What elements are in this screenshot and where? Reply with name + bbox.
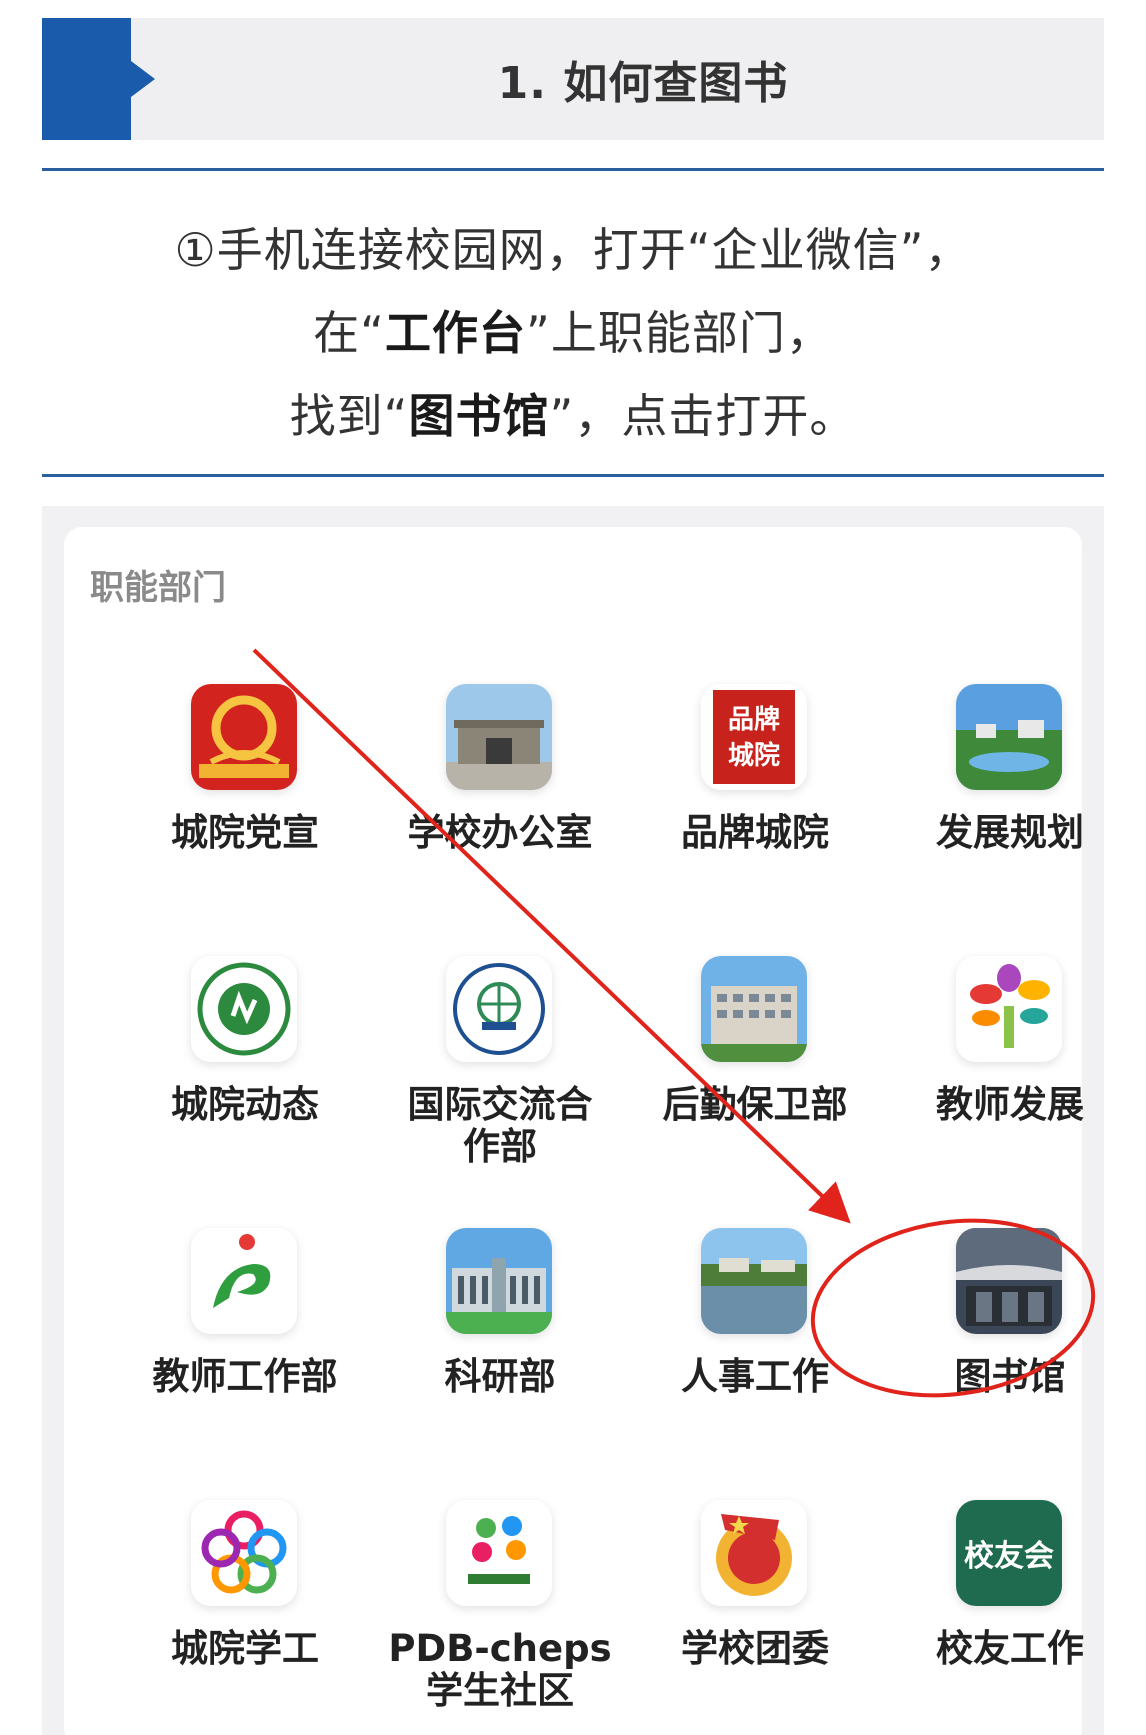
app-label: 后勤保卫部: [662, 1083, 848, 1126]
colorful-tree-icon: [956, 956, 1062, 1062]
app-label: 发展规划: [936, 811, 1084, 854]
seal-text: 品牌: [728, 704, 780, 735]
lake-view-icon: [701, 1228, 807, 1334]
app-label: 教师工作部: [152, 1355, 338, 1398]
dormitory-building-icon: [701, 956, 807, 1062]
brand-seal-icon: 品牌 城院: [701, 684, 807, 790]
youth-league-icon: [701, 1500, 807, 1606]
alumni-badge-icon: 校友会: [956, 1500, 1062, 1606]
badge-text: 校友会: [964, 1539, 1054, 1574]
app-label: 学校团委: [681, 1627, 829, 1670]
instruction-emphasis: 图书馆: [408, 389, 550, 443]
section-title: 1. 如何查图书: [497, 58, 789, 109]
instruction-text: 在“: [313, 306, 385, 360]
instruction-line-1: ①手机连接校园网，打开“企业微信”，: [174, 223, 972, 277]
app-label: 国际交流合 作部: [380, 1084, 620, 1168]
label-line: PDB-cheps: [388, 1627, 612, 1670]
app-label: 教师发展: [936, 1083, 1084, 1126]
party-emblem-icon: [191, 684, 297, 790]
app-label: PDB-cheps 学生社区: [380, 1628, 620, 1712]
divider-top: [42, 168, 1104, 171]
instruction-text: 找到“: [289, 389, 409, 443]
colorful-flower-icon: [191, 1500, 297, 1606]
office-building-icon: [446, 684, 552, 790]
instruction-emphasis: 工作台: [385, 306, 526, 360]
instruction-text: ”上职能部门，: [526, 306, 833, 360]
app-label: 城院动态: [171, 1083, 319, 1126]
section-header-banner: 1. 如何查图书: [42, 18, 1104, 140]
student-community-icon: [446, 1500, 552, 1606]
app-label: 城院学工: [171, 1627, 319, 1670]
seal-text: 城院: [728, 740, 780, 771]
app-label: 城院党宣: [171, 811, 319, 854]
app-label: 品牌城院: [681, 811, 829, 854]
page: 1. 如何查图书 ①手机连接校园网，打开“企业微信”， 在“工作台”上职能部门，…: [0, 0, 1146, 1735]
university-logo-icon: [191, 956, 297, 1062]
campus-landscape-icon: [956, 684, 1062, 790]
research-building-icon: [446, 1228, 552, 1334]
instruction-line-2: 在“工作台”上职能部门，: [42, 297, 1104, 363]
app-label: 学校办公室: [407, 811, 593, 854]
instruction-line-3: 找到“图书馆”，点击打开。: [42, 380, 1104, 446]
section-label: 职能部门: [90, 568, 226, 608]
app-label: 人事工作: [681, 1355, 829, 1398]
app-label: 图书馆: [954, 1355, 1066, 1398]
globe-seal-icon: [446, 956, 552, 1062]
app-label: 科研部: [444, 1355, 556, 1398]
green-swirl-icon: [191, 1228, 297, 1334]
app-label: 校友工作: [936, 1627, 1084, 1670]
instruction-text: ”，点击打开。: [549, 389, 857, 443]
library-building-icon: [956, 1228, 1062, 1334]
label-line: 学生社区: [426, 1669, 574, 1712]
label-line: 作部: [463, 1125, 537, 1168]
divider-bottom: [42, 474, 1104, 477]
label-line: 国际交流合: [407, 1083, 593, 1126]
